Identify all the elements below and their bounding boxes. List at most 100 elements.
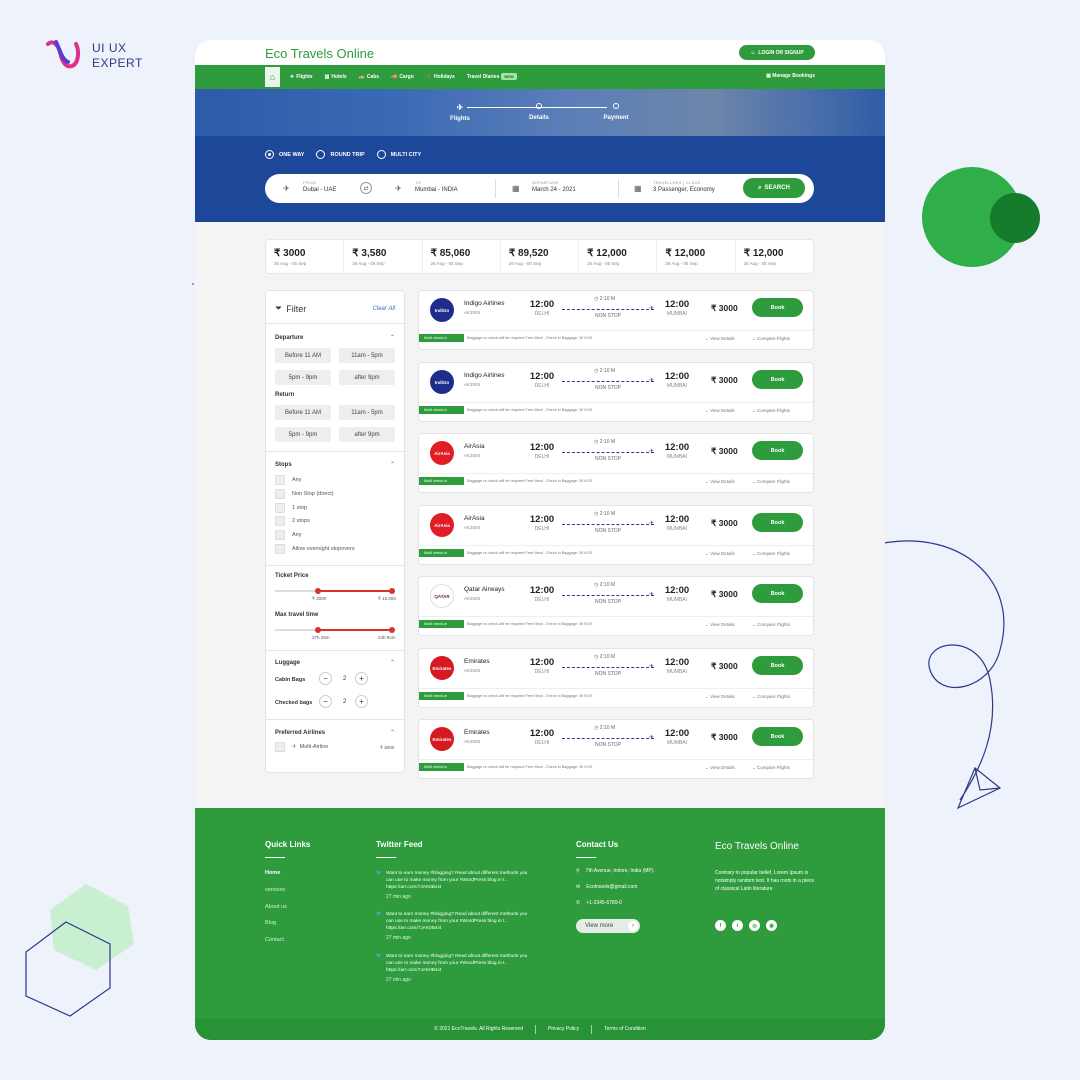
fare-item[interactable]: ₹ 12,000 26 Aug - 05 Sep	[736, 240, 813, 273]
tweet[interactable]: 🐦 Want to earn money #blogging? Read abou…	[376, 870, 531, 901]
travellers-field[interactable]: TRAVELLERS | CLASS 3 Passenger, Economy	[653, 180, 715, 193]
site-logo[interactable]: Eco Travels Online	[265, 46, 374, 61]
chevron-up-icon[interactable]: ⌃	[390, 729, 395, 736]
checked-minus-button[interactable]: −	[319, 695, 332, 708]
fare-item[interactable]: ₹ 12,000 26 Aug - 05 Sep	[579, 240, 658, 273]
from-field[interactable]: FROM Dubai - UAE	[303, 180, 336, 193]
compare-flights-link[interactable]: ⌄ Compare Flights	[752, 622, 790, 628]
preferred-airline-option[interactable]: ✈ Multi-Airline	[275, 742, 328, 752]
price-slider[interactable]	[275, 588, 395, 594]
contact-email[interactable]: ✉ Ecotravels@gmail.com	[576, 884, 637, 890]
book-button[interactable]: Book	[752, 656, 803, 675]
privacy-link[interactable]: Privacy Policy	[548, 1026, 579, 1032]
trip-round-trip[interactable]: ROUND TRIP	[316, 150, 365, 159]
footer-link-contact[interactable]: Contact	[265, 937, 284, 943]
view-details-link[interactable]: ⌄ View Details	[705, 694, 735, 700]
radio[interactable]	[316, 150, 326, 159]
dep-time-before-11[interactable]: Before 11 AM	[275, 348, 331, 363]
cabin-minus-button[interactable]: −	[319, 672, 332, 685]
nav-cabs[interactable]: 🚕 Cabs	[359, 74, 379, 80]
swap-icon[interactable]: ⇄	[360, 182, 372, 194]
search-button[interactable]: ⌕ SEARCH	[743, 178, 805, 198]
view-details-link[interactable]: ⌄ View Details	[705, 479, 735, 485]
home-icon[interactable]: ⌂	[265, 67, 280, 87]
dep-time-11-5[interactable]: 11am - 5pm	[339, 348, 395, 363]
compare-flights-link[interactable]: ⌄ Compare Flights	[752, 694, 790, 700]
footer-link-services[interactable]: services	[265, 887, 285, 893]
footer-link-about[interactable]: About us	[265, 904, 287, 910]
slider-handle-max[interactable]	[389, 588, 395, 594]
compare-flights-link[interactable]: ⌄ Compare Flights	[752, 479, 790, 485]
fare-item[interactable]: ₹ 3000 26 Aug - 05 Sep	[266, 240, 345, 273]
compare-flights-link[interactable]: ⌄ Compare Flights	[752, 765, 790, 771]
ret-time-11-5[interactable]: 11am - 5pm	[339, 405, 395, 420]
view-details-link[interactable]: ⌄ View Details	[705, 408, 735, 414]
chevron-up-icon[interactable]: ⌃	[390, 334, 395, 341]
clear-all-link[interactable]: Clear All	[373, 306, 395, 312]
checkbox[interactable]	[275, 544, 285, 554]
manage-bookings-link[interactable]: ▣ Manage Bookings	[766, 73, 815, 79]
time-slider[interactable]	[275, 627, 395, 633]
radio-selected[interactable]	[265, 150, 274, 159]
chevron-up-icon[interactable]: ⌃	[390, 659, 395, 666]
nav-travel-diaries[interactable]: Travel Diaries NEW	[467, 73, 517, 80]
tweet[interactable]: 🐦 Want to earn money #blogging? Read abou…	[376, 953, 531, 984]
instagram-icon[interactable]: ◎	[749, 920, 760, 931]
stop-option[interactable]: 1 stop	[275, 503, 307, 513]
ret-time-before-11[interactable]: Before 11 AM	[275, 405, 331, 420]
dep-time-after-9[interactable]: after 9pm	[339, 370, 395, 385]
checkbox[interactable]	[275, 516, 285, 526]
chevron-up-icon[interactable]: ⌃	[390, 461, 395, 468]
stop-option[interactable]: Any	[275, 475, 301, 485]
stop-option[interactable]: 2 stops	[275, 516, 310, 526]
nav-holidays[interactable]: 🌴 Holidays	[426, 74, 455, 80]
facebook-icon[interactable]: f	[715, 920, 726, 931]
ret-time-5-9[interactable]: 5pm - 9pm	[275, 427, 331, 442]
login-signup-button[interactable]: ☺ LOGIN OR SIGNUP	[739, 45, 815, 60]
view-details-link[interactable]: ⌄ View Details	[705, 336, 735, 342]
trip-one-way[interactable]: ONE WAY	[265, 150, 304, 159]
book-button[interactable]: Book	[752, 727, 803, 746]
cabin-plus-button[interactable]: +	[355, 672, 368, 685]
fare-item[interactable]: ₹ 12,000 26 Aug - 05 Sep	[657, 240, 736, 273]
book-button[interactable]: Book	[752, 370, 803, 389]
tweet[interactable]: 🐦 Want to earn money #blogging? Read abou…	[376, 911, 531, 942]
footer-link-home[interactable]: Home	[265, 870, 280, 876]
fare-item[interactable]: ₹ 85,060 26 Aug - 05 Sep	[423, 240, 501, 273]
view-more-button[interactable]: View more ›	[576, 919, 640, 933]
fare-item[interactable]: ₹ 3,580 26 Aug - 05 Sep	[344, 240, 423, 273]
radio[interactable]	[376, 150, 386, 159]
dep-time-5-9[interactable]: 5pm - 9pm	[275, 370, 331, 385]
slider-handle-min[interactable]	[315, 588, 321, 594]
trip-multi-city[interactable]: MULTI CITY	[376, 150, 421, 159]
slider-handle-max[interactable]	[389, 627, 395, 633]
book-button[interactable]: Book	[752, 298, 803, 317]
compare-flights-link[interactable]: ⌄ Compare Flights	[752, 336, 790, 342]
checkbox[interactable]	[275, 475, 285, 485]
contact-phone[interactable]: ✆ +1-2345-6789-0	[576, 900, 622, 906]
twitter-icon[interactable]: t	[732, 920, 743, 931]
stop-option[interactable]: Non Stop (direct)	[275, 489, 334, 499]
stop-option[interactable]: Any	[275, 530, 301, 540]
checkbox[interactable]	[275, 489, 285, 499]
view-details-link[interactable]: ⌄ View Details	[705, 622, 735, 628]
footer-link-blog[interactable]: Blog	[265, 920, 276, 926]
compare-flights-link[interactable]: ⌄ Compare Flights	[752, 408, 790, 414]
stop-option[interactable]: Allow overnight stopovers	[275, 544, 355, 554]
checkbox[interactable]	[275, 530, 285, 540]
view-details-link[interactable]: ⌄ View Details	[705, 765, 735, 771]
ret-time-after-9[interactable]: after 9pm	[339, 427, 395, 442]
departure-field[interactable]: DEPARTURE March 24 - 2021	[532, 180, 576, 193]
pinterest-icon[interactable]: ◉	[766, 920, 777, 931]
book-button[interactable]: Book	[752, 584, 803, 603]
book-button[interactable]: Book	[752, 513, 803, 532]
nav-cargo[interactable]: 🚚 Cargo	[391, 74, 414, 80]
book-button[interactable]: Book	[752, 441, 803, 460]
checked-plus-button[interactable]: +	[355, 695, 368, 708]
nav-hotels[interactable]: ▥ Hotels	[325, 74, 347, 80]
checkbox[interactable]	[275, 503, 285, 513]
to-field[interactable]: TO Mumbai - INDIA	[415, 180, 458, 193]
nav-flights[interactable]: ✈ Flights	[290, 74, 313, 80]
compare-flights-link[interactable]: ⌄ Compare Flights	[752, 551, 790, 557]
checkbox[interactable]	[275, 742, 285, 752]
